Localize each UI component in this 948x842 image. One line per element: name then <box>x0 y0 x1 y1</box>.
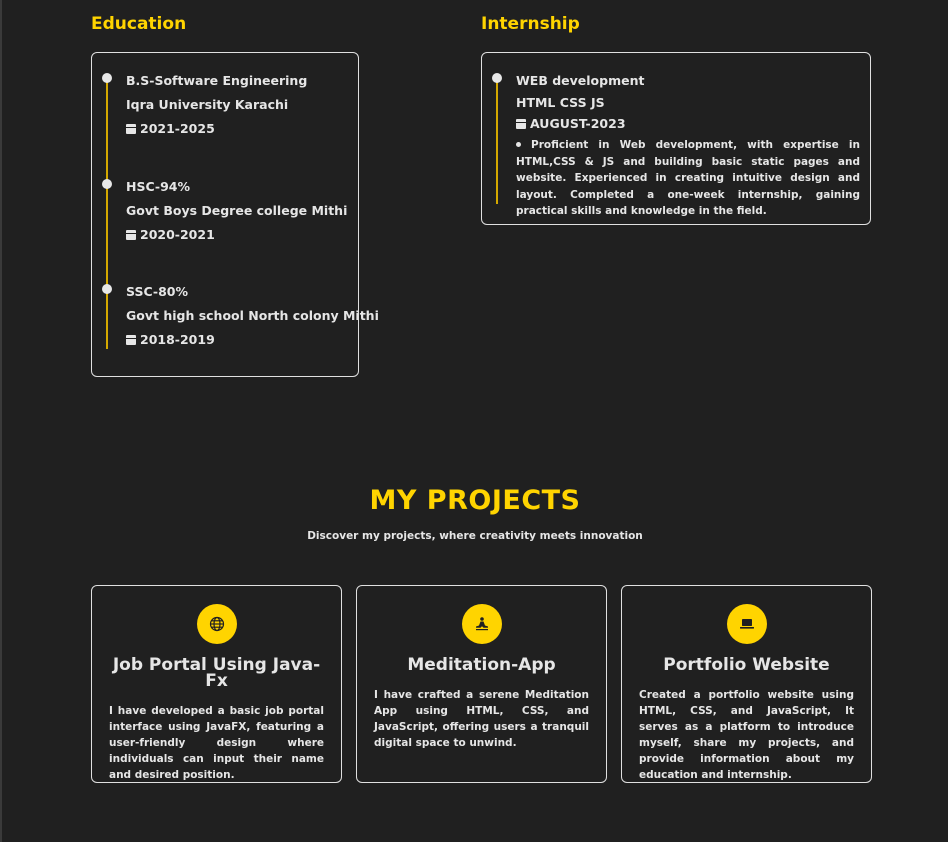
internship-skills: HTML CSS JS <box>516 95 605 110</box>
globe-icon <box>196 604 237 644</box>
education-years: 2020-2021 <box>126 227 215 242</box>
project-card-portfolio-website[interactable]: Portfolio Website Created a portfolio we… <box>621 585 872 783</box>
calendar-icon <box>126 335 136 345</box>
education-years: 2018-2019 <box>126 332 215 347</box>
timeline-dot <box>102 284 112 294</box>
meditation-icon <box>461 604 502 644</box>
education-degree: B.S-Software Engineering <box>126 73 308 88</box>
bullet-icon <box>516 141 521 147</box>
internship-role: WEB development <box>516 73 645 88</box>
project-title: Portfolio Website <box>663 655 830 675</box>
internship-date: AUGUST-2023 <box>516 116 626 131</box>
timeline-dot <box>102 179 112 189</box>
education-years: 2021-2025 <box>126 121 215 136</box>
calendar-icon <box>126 230 136 240</box>
education-degree: HSC-94% <box>126 179 191 194</box>
project-description: I have developed a basic job portal inte… <box>109 705 324 781</box>
calendar-icon <box>126 124 136 134</box>
internship-description: Proficient in Web development, with expe… <box>516 139 860 217</box>
calendar-icon <box>516 119 526 129</box>
education-card: B.S-Software Engineering Iqra University… <box>91 52 379 377</box>
timeline-dot <box>492 73 502 83</box>
projects-subheading: Discover my projects, where creativity m… <box>307 530 643 542</box>
project-title: Job Portal Using Java-Fx <box>112 655 321 691</box>
education-institution: Govt Boys Degree college Mithi <box>126 203 348 218</box>
timeline-dot <box>102 73 112 83</box>
internship-title: Internship <box>481 14 580 34</box>
education-institution: Iqra University Karachi <box>126 97 289 112</box>
education-title: Education <box>91 14 187 34</box>
project-description: Created a portfolio website using HTML, … <box>639 689 854 781</box>
project-title: Meditation-App <box>407 655 556 675</box>
education-institution: Govt high school North colony Mithi <box>126 308 379 323</box>
education-timeline <box>106 77 108 349</box>
project-card-job-portal[interactable]: Job Portal Using Java-Fx I have develope… <box>91 585 342 783</box>
internship-timeline <box>496 77 498 204</box>
laptop-icon <box>726 604 767 644</box>
project-card-meditation-app[interactable]: Meditation-App I have crafted a serene M… <box>356 585 607 783</box>
project-description: I have crafted a serene Meditation App u… <box>374 689 589 749</box>
projects-heading: MY PROJECTS <box>369 485 581 516</box>
education-degree: SSC-80% <box>126 284 189 299</box>
internship-card: WEB development HTML CSS JS AUGUST-2023 … <box>481 52 871 225</box>
